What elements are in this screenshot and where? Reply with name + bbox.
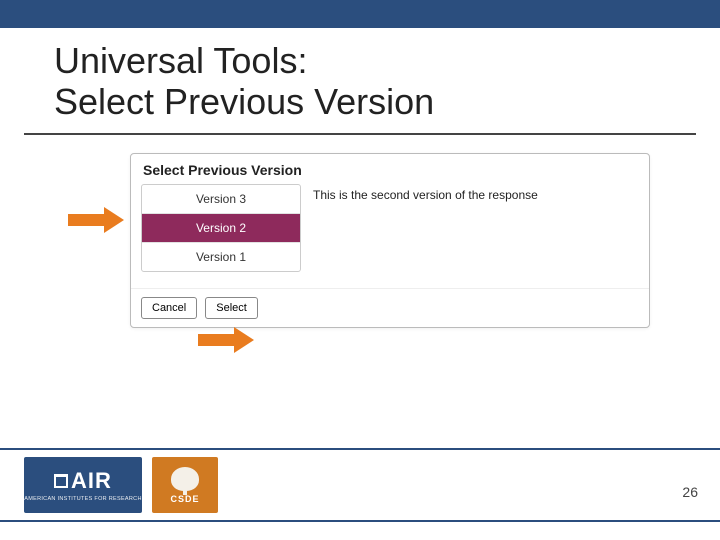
callout-arrow-select (198, 327, 256, 353)
version-row-3[interactable]: Version 3 (142, 185, 300, 214)
slide-footer: AIR AMERICAN INSTITUTES FOR RESEARCH CSD… (0, 448, 720, 522)
csde-logo-text: CSDE (170, 494, 199, 504)
dialog-title: Select Previous Version (131, 154, 649, 184)
callout-arrow-version (68, 207, 126, 233)
page-number: 26 (682, 484, 698, 500)
pillar-icon (54, 474, 68, 488)
slide-title: Universal Tools: Select Previous Version (54, 40, 666, 123)
csde-logo: CSDE (152, 457, 218, 513)
select-previous-version-dialog: Select Previous Version Version 3 Versio… (130, 153, 650, 328)
slide-title-area: Universal Tools: Select Previous Version (24, 28, 696, 135)
version-row-2[interactable]: Version 2 (142, 214, 300, 243)
version-list: Version 3 Version 2 Version 1 (141, 184, 301, 272)
air-logo: AIR AMERICAN INSTITUTES FOR RESEARCH (24, 457, 142, 513)
slide-title-line2: Select Previous Version (54, 81, 434, 122)
select-button[interactable]: Select (205, 297, 258, 319)
cancel-button[interactable]: Cancel (141, 297, 197, 319)
air-logo-subtitle: AMERICAN INSTITUTES FOR RESEARCH (24, 496, 141, 502)
air-logo-text: AIR (54, 468, 112, 494)
slide-top-bar (0, 0, 720, 28)
slide-content: Select Previous Version Version 3 Versio… (0, 135, 720, 415)
version-row-1[interactable]: Version 1 (142, 243, 300, 271)
dialog-body: Version 3 Version 2 Version 1 This is th… (131, 184, 649, 282)
tree-icon (171, 467, 199, 491)
slide-title-line1: Universal Tools: (54, 40, 307, 81)
dialog-footer: Cancel Select (131, 288, 649, 327)
version-preview-text: This is the second version of the respon… (307, 184, 639, 206)
